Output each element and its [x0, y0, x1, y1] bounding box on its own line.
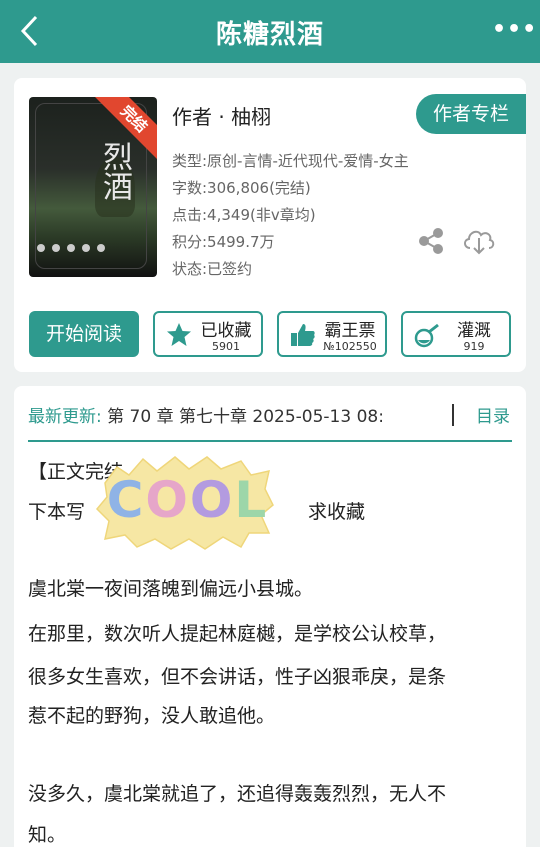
cool-sticker: COOL: [95, 453, 275, 551]
start-reading-button[interactable]: 开始阅读: [29, 311, 139, 357]
book-type: 类型:原创-言情-近代现代-爱情-女主: [172, 152, 409, 170]
separator: [452, 404, 454, 426]
cover-brush-art: 烈酒: [97, 141, 132, 201]
top-bar: 陈糖烈酒 •••: [0, 0, 540, 63]
thumbs-up-icon: [291, 324, 315, 346]
irrigate-label: 灌溉: [457, 321, 491, 341]
latest-chapter[interactable]: 第 70 章 第七十章 2025-05-13 08:: [107, 407, 384, 427]
book-cover[interactable]: 烈酒 完结: [29, 97, 157, 277]
star-icon: [167, 323, 191, 346]
irrigate-button[interactable]: 灌溉 919: [401, 311, 511, 357]
summary-line: 知。: [28, 824, 67, 846]
summary-line: 下本写: [28, 501, 86, 523]
book-status: 状态:已签约: [172, 260, 253, 278]
ticket-count: №102550: [323, 340, 377, 353]
book-word-count: 字数:306,806(完结): [172, 179, 311, 197]
summary-line: 没多久，虞北棠就追了，还追得轰轰烈烈，无人不: [28, 783, 447, 805]
favorite-count: 5901: [212, 340, 240, 353]
share-icon[interactable]: [416, 226, 446, 256]
summary-line: 在那里，数次听人提起林庭樾，是学校公认校草，: [28, 623, 447, 645]
summary-line: 很多女生喜欢，但不会讲话，性子凶狠乖戾，是条: [28, 666, 447, 688]
summary-line: 惹不起的野狗，没人敢追他。: [28, 705, 276, 727]
download-cloud-icon[interactable]: [461, 224, 497, 256]
table-of-contents-link[interactable]: 目录: [476, 402, 510, 427]
favorite-label: 已收藏: [200, 321, 252, 341]
sticker-word: COOL: [106, 471, 269, 529]
watering-bottle-icon: [414, 323, 439, 348]
latest-update-row[interactable]: 最新更新: 第 70 章 第七十章 2025-05-13 08: 目录: [28, 402, 512, 428]
summary-line: 虞北棠一夜间落魄到偏远小县城。: [28, 578, 314, 600]
book-clicks: 点击:4,349(非v章均): [172, 206, 316, 224]
divider: [28, 440, 512, 442]
latest-update-label: 最新更新:: [28, 407, 102, 427]
author-name[interactable]: 作者 · 柚栩: [172, 101, 271, 130]
favorite-button[interactable]: 已收藏 5901: [153, 311, 263, 357]
page-title: 陈糖烈酒: [215, 20, 324, 50]
summary-line: 求收藏: [308, 501, 366, 523]
book-info-card: 烈酒 完结 作者 · 柚栩 作者专栏 类型:原创-言情-近代现代-爱情-女主 字…: [14, 78, 526, 372]
ticket-label: 霸王票: [324, 321, 376, 341]
book-score: 积分:5499.7万: [172, 233, 275, 251]
overlord-ticket-button[interactable]: 霸王票 №102550: [277, 311, 387, 357]
author-column-button[interactable]: 作者专栏: [416, 94, 526, 134]
cover-player-controls: [37, 237, 127, 252]
more-options-icon[interactable]: •••: [492, 19, 536, 44]
irrigate-count: 919: [463, 340, 485, 353]
